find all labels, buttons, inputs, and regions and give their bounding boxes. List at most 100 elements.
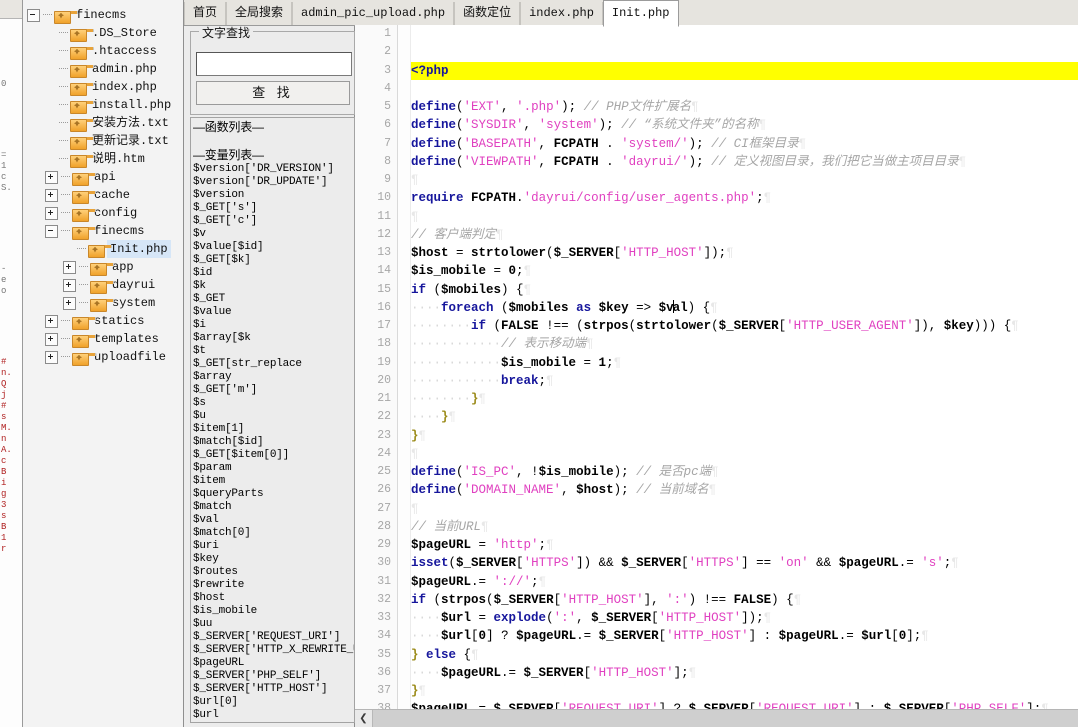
variable-list-item[interactable]: $value	[193, 306, 354, 319]
editor-tab-strip[interactable]: 首页 全局搜索 admin_pic_upload.php 函数定位 index.php I…	[184, 0, 1078, 27]
code-folding-column[interactable]	[398, 25, 411, 710]
editor-tab-2[interactable]: admin_pic_upload.php	[292, 2, 455, 25]
variable-list-item[interactable]: $host	[193, 592, 354, 605]
code-line[interactable]: ····$pageURL.= $_SERVER['HTTP_HOST'];¶	[411, 664, 1078, 682]
tree-item-uploadfile[interactable]: uploadfile	[27, 348, 183, 366]
code-line[interactable]: ¶	[411, 208, 1078, 226]
tree-item-admin-php[interactable]: admin.php	[27, 60, 183, 78]
code-line[interactable]: define('IS_PC', !$is_mobile); // 是否pc端¶	[411, 463, 1078, 481]
variable-list-item[interactable]: $v	[193, 228, 354, 241]
variable-list-item[interactable]: $array	[193, 371, 354, 384]
code-line[interactable]: }¶	[411, 682, 1078, 700]
variable-list-item[interactable]: $_GET['c']	[193, 215, 354, 228]
search-input[interactable]	[196, 52, 352, 76]
code-line[interactable]: ¶	[411, 500, 1078, 518]
variable-list-item[interactable]: $pageURL	[193, 657, 354, 670]
variable-list-header[interactable]: —变量列表—	[193, 148, 354, 163]
tree-item-说明-htm[interactable]: 说明.htm	[27, 150, 183, 168]
code-line[interactable]: $host = strtolower($_SERVER['HTTP_HOST']…	[411, 244, 1078, 262]
code-text-area[interactable]: <?php define('EXT', '.php'); // PHP文件扩展名…	[411, 25, 1078, 710]
tree-item-finecms[interactable]: finecms	[27, 222, 183, 240]
file-tree-panel[interactable]: finecms .DS_Store .htaccess admin.php index.…	[23, 0, 184, 727]
tree-item--htaccess[interactable]: .htaccess	[27, 42, 183, 60]
code-line[interactable]: ············break;¶	[411, 372, 1078, 390]
tree-item-dayrui[interactable]: dayrui	[27, 276, 183, 294]
variable-list-item[interactable]: $_GET['m']	[193, 384, 354, 397]
tree-item-config[interactable]: config	[27, 204, 183, 222]
code-line[interactable]: ············$is_mobile = 1;¶	[411, 354, 1078, 372]
code-line[interactable]: $pageURL.= '://';¶	[411, 573, 1078, 591]
horizontal-scrollbar[interactable]: ❮	[355, 709, 1078, 727]
variable-list-item[interactable]: $match	[193, 501, 354, 514]
code-line[interactable]: // 客户端判定¶	[411, 226, 1078, 244]
variable-list-item[interactable]: $_GET	[193, 293, 354, 306]
tree-item-system[interactable]: system	[27, 294, 183, 312]
code-line[interactable]: ····$url[0] ? $pageURL.= $_SERVER['HTTP_…	[411, 627, 1078, 645]
editor-tab-5[interactable]: Init.php	[602, 0, 679, 27]
code-line[interactable]: define('SYSDIR', 'system'); // “系统文件夹”的名…	[411, 116, 1078, 134]
variable-list-item[interactable]: $val	[193, 514, 354, 527]
code-line[interactable]: isset($_SERVER['HTTPS']) && $_SERVER['HT…	[411, 554, 1078, 572]
code-line[interactable]: $is_mobile = 0;¶	[411, 262, 1078, 280]
tree-item-templates[interactable]: templates	[27, 330, 183, 348]
variable-list-item[interactable]: $_GET[str_replace	[193, 358, 354, 371]
variable-list-item[interactable]: $_SERVER['REQUEST_URI']	[193, 631, 354, 644]
code-line[interactable]: // 当前URL¶	[411, 518, 1078, 536]
symbol-list-panel[interactable]: —函数列表— —变量列表— $version['DR_VERSION'] $versi…	[190, 117, 355, 723]
code-editor[interactable]: 1 2 3 4 5 6 7 8 9 10 11 12 13 14 15 16 17 18 19 20 21 22 23 24 2…	[355, 25, 1078, 727]
variable-list-item[interactable]: $i	[193, 319, 354, 332]
variable-list-item[interactable]: $url[0]	[193, 696, 354, 709]
tree-item-api[interactable]: api	[27, 168, 183, 186]
tree-expand-icon[interactable]	[63, 296, 76, 310]
tree-collapse-icon[interactable]	[27, 8, 40, 22]
tree-expand-icon[interactable]	[45, 206, 58, 220]
tree-expand-icon[interactable]	[45, 350, 58, 364]
code-line[interactable]: define('VIEWPATH', FCPATH . 'dayrui/'); …	[411, 153, 1078, 171]
variable-list-item[interactable]: $is_mobile	[193, 605, 354, 618]
code-line[interactable]: define('EXT', '.php'); // PHP文件扩展名¶	[411, 98, 1078, 116]
code-line[interactable]: } else {¶	[411, 646, 1078, 664]
variable-list-item[interactable]: $t	[193, 345, 354, 358]
tree-expand-icon[interactable]	[63, 260, 76, 274]
tree-item-更新记录-txt[interactable]: 更新记录.txt	[27, 132, 183, 150]
tree-item-statics[interactable]: statics	[27, 312, 183, 330]
variable-list-item[interactable]: $version['DR_VERSION']	[193, 163, 354, 176]
variable-list-item[interactable]: $_SERVER['PHP_SELF']	[193, 670, 354, 683]
tree-item-app[interactable]: app	[27, 258, 183, 276]
variable-list-item[interactable]: $key	[193, 553, 354, 566]
code-line[interactable]: require FCPATH.'dayrui/config/user_agent…	[411, 189, 1078, 207]
find-button[interactable]: 查 找	[196, 81, 350, 105]
variable-list-item[interactable]: $url	[193, 709, 354, 722]
code-line[interactable]: ····foreach ($mobiles as $key => $val) {…	[411, 299, 1078, 317]
variable-list-item[interactable]: $param	[193, 462, 354, 475]
tree-item-安装方法-txt[interactable]: 安装方法.txt	[27, 114, 183, 132]
code-line[interactable]: ········if (FALSE !== (strpos(strtolower…	[411, 317, 1078, 335]
variable-list-item[interactable]: $s	[193, 397, 354, 410]
code-line[interactable]: ¶	[411, 445, 1078, 463]
editor-tab-0[interactable]: 首页	[184, 2, 227, 25]
editor-tab-3[interactable]: 函数定位	[454, 2, 521, 25]
code-line[interactable]: <?php	[411, 61, 1078, 80]
code-line[interactable]: define('BASEPATH', FCPATH . 'system/'); …	[411, 135, 1078, 153]
variable-list-item[interactable]: $match[0]	[193, 527, 354, 540]
variable-list-item[interactable]: $id	[193, 267, 354, 280]
variable-list-item[interactable]: $_SERVER['HTTP_HOST']	[193, 683, 354, 696]
variable-list-item[interactable]: $item	[193, 475, 354, 488]
tree-item-init-php[interactable]: Init.php	[27, 240, 183, 258]
variable-list-item[interactable]: $_SERVER['HTTP_X_REWRITE_URL'	[193, 644, 354, 657]
code-line[interactable]	[411, 80, 1078, 98]
tree-expand-icon[interactable]	[45, 170, 58, 184]
code-line[interactable]: ¶	[411, 171, 1078, 189]
variable-list-item[interactable]: $rewrite	[193, 579, 354, 592]
editor-tab-4[interactable]: index.php	[520, 2, 603, 25]
variable-list-item[interactable]: $version	[193, 189, 354, 202]
tree-item-cache[interactable]: cache	[27, 186, 183, 204]
variable-list-item[interactable]: $version['DR_UPDATE']	[193, 176, 354, 189]
variable-list-item[interactable]: $_GET[$item[0]]	[193, 449, 354, 462]
tree-item-finecms[interactable]: finecms	[27, 6, 183, 24]
editor-tab-1[interactable]: 全局搜索	[226, 2, 293, 25]
variable-list-item[interactable]: $routes	[193, 566, 354, 579]
function-list-header[interactable]: —函数列表—	[193, 120, 354, 135]
code-line[interactable]: }¶	[411, 427, 1078, 445]
tree-item-install-php[interactable]: install.php	[27, 96, 183, 114]
